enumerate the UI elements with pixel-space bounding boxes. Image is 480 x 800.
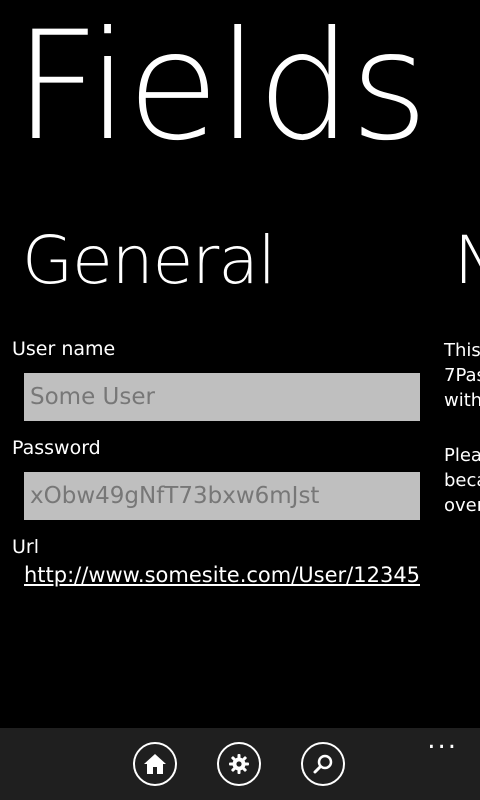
more-options-button[interactable]: ... — [427, 727, 458, 753]
peek-line: This — [444, 340, 480, 361]
application-bar: ... — [0, 727, 480, 800]
section-header-next: N — [454, 222, 480, 299]
peek-line: with — [444, 390, 480, 411]
url-link[interactable]: http://www.somesite.com/User/123456/ — [24, 563, 420, 587]
settings-button[interactable] — [217, 742, 261, 786]
peek-line: 7Pas — [444, 365, 480, 386]
search-icon — [313, 754, 333, 774]
username-field[interactable]: Some User — [24, 373, 420, 421]
home-icon — [144, 754, 166, 774]
url-label: Url — [12, 536, 39, 558]
panorama-title: Fields — [14, 0, 428, 174]
password-label: Password — [12, 437, 101, 459]
peek-line: Plea — [444, 445, 480, 466]
settings-icon — [229, 754, 249, 774]
password-field[interactable]: xObw49gNfT73bxw6mJst — [24, 472, 420, 520]
username-label: User name — [12, 338, 116, 360]
peek-line: beca — [444, 470, 480, 491]
section-header-general: General — [22, 222, 276, 299]
home-button[interactable] — [133, 742, 177, 786]
search-button[interactable] — [301, 742, 345, 786]
peek-line: over — [444, 495, 480, 516]
